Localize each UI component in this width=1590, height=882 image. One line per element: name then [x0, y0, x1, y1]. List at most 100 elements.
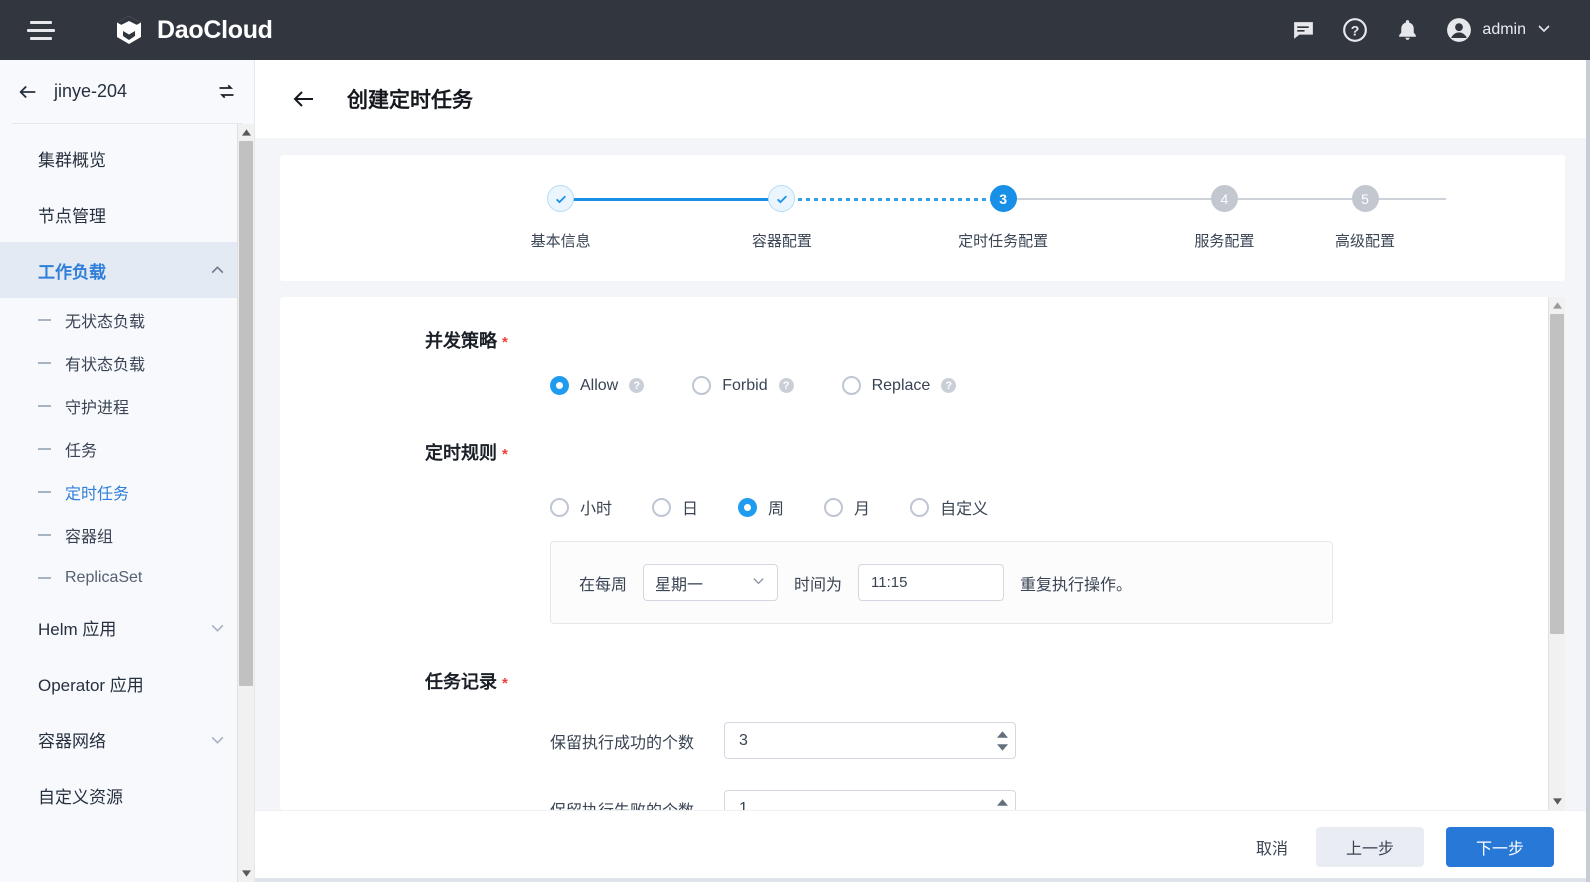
sidebar-item-pods[interactable]: 容器组 — [0, 513, 254, 556]
dash-icon — [38, 362, 51, 364]
sidebar-item-helm-apps[interactable]: Helm 应用 — [0, 599, 254, 655]
help-icon[interactable]: ? — [779, 378, 794, 393]
time-input[interactable]: 11:15 — [858, 564, 1004, 601]
radio-label: 周 — [768, 495, 784, 519]
scroll-up-arrow-icon[interactable] — [238, 124, 254, 141]
step-service-config[interactable]: 4 服务配置 — [1114, 185, 1335, 251]
radio-indicator[interactable] — [652, 498, 671, 517]
app-root: DaoCloud ? — [0, 0, 1590, 882]
radio-indicator[interactable] — [842, 376, 861, 395]
radio-indicator[interactable] — [738, 498, 757, 517]
radio-option-custom[interactable]: 自定义 — [910, 495, 988, 519]
scroll-up-arrow-icon[interactable] — [1549, 297, 1565, 314]
step-container-config[interactable]: 容器配置 — [671, 185, 892, 251]
topbar-actions: ? admin — [1290, 17, 1572, 43]
sidebar-item-daemonsets[interactable]: 守护进程 — [0, 384, 254, 427]
cancel-button[interactable]: 取消 — [1250, 827, 1294, 867]
help-icon[interactable]: ? — [1342, 17, 1368, 43]
schedule-rule-title: 定时规则* — [280, 439, 508, 465]
sidebar-item-container-network[interactable]: 容器网络 — [0, 711, 254, 767]
sidebar-item-cluster-overview[interactable]: 集群概览 — [0, 130, 254, 186]
avatar — [1446, 17, 1472, 43]
scrollbar-track[interactable] — [238, 141, 254, 865]
bell-icon[interactable] — [1394, 17, 1420, 43]
radio-label: 日 — [682, 495, 698, 519]
chevron-down-icon[interactable] — [751, 573, 766, 593]
failed-history-stepper[interactable]: 1 — [724, 790, 1016, 810]
help-icon[interactable]: ? — [941, 378, 956, 393]
previous-step-button[interactable]: 上一步 — [1316, 827, 1424, 867]
stepper-up-arrow-icon[interactable] — [995, 798, 1009, 807]
step-connector — [782, 198, 1003, 201]
step-label: 高级配置 — [1335, 230, 1395, 251]
rule-suffix-label: 重复执行操作。 — [1020, 571, 1132, 595]
step-label: 基本信息 — [531, 230, 591, 251]
sidebar-item-operator-apps[interactable]: Operator 应用 — [0, 655, 254, 711]
step-connector — [561, 198, 782, 201]
chevron-down-icon[interactable] — [209, 619, 226, 636]
radio-option-forbid[interactable]: Forbid ? — [692, 376, 793, 395]
stepper-up-arrow-icon[interactable] — [995, 730, 1009, 739]
next-step-button[interactable]: 下一步 — [1446, 827, 1554, 867]
scrollbar-thumb[interactable] — [1550, 314, 1564, 634]
job-history-title: 任务记录* — [280, 668, 508, 694]
scroll-down-arrow-icon[interactable] — [1549, 793, 1565, 810]
radio-indicator[interactable] — [692, 376, 711, 395]
scroll-down-arrow-icon[interactable] — [238, 865, 254, 882]
sidebar-item-workloads[interactable]: 工作负载 — [0, 242, 254, 298]
form-scrollbar[interactable] — [1548, 297, 1565, 810]
chevron-down-icon[interactable] — [1536, 20, 1552, 41]
weekday-select[interactable]: 星期一 — [643, 564, 778, 601]
stepper-card: 基本信息 容器配置 — [280, 155, 1565, 281]
step-advanced-config[interactable]: 5 高级配置 — [1335, 185, 1395, 251]
step-label: 定时任务配置 — [958, 230, 1048, 251]
arrow-left-icon[interactable] — [291, 86, 317, 112]
message-icon[interactable] — [1290, 17, 1316, 43]
sidebar: jinye-204 集群概览 节点管理 工作负载 — [0, 60, 255, 882]
radio-indicator[interactable] — [910, 498, 929, 517]
window-right-edge — [1586, 60, 1590, 882]
radio-indicator[interactable] — [550, 376, 569, 395]
step-basic-info[interactable]: 基本信息 — [450, 185, 671, 251]
user-menu[interactable]: admin — [1446, 17, 1552, 43]
svg-text:?: ? — [1351, 22, 1360, 38]
radio-option-replace[interactable]: Replace ? — [842, 376, 957, 395]
swap-icon[interactable] — [214, 80, 238, 104]
radio-option-monthly[interactable]: 月 — [824, 495, 870, 519]
step-cronjob-config[interactable]: 3 定时任务配置 — [893, 185, 1114, 251]
step-circle: 4 — [1211, 185, 1238, 212]
sidebar-item-jobs[interactable]: 任务 — [0, 427, 254, 470]
step-circle: 3 — [990, 185, 1017, 212]
hamburger-icon[interactable] — [24, 13, 58, 47]
sidebar-item-deployments[interactable]: 无状态负载 — [0, 298, 254, 341]
sidebar-item-custom-resources[interactable]: 自定义资源 — [0, 767, 254, 823]
sidebar-item-label: 工作负载 — [38, 258, 106, 283]
radio-option-hourly[interactable]: 小时 — [550, 495, 612, 519]
help-icon[interactable]: ? — [629, 378, 644, 393]
radio-label: Forbid — [722, 377, 767, 395]
sidebar-scrollbar[interactable] — [237, 124, 254, 882]
sidebar-item-cronjobs[interactable]: 定时任务 — [0, 470, 254, 513]
chevron-up-icon[interactable] — [209, 262, 226, 279]
sidebar-item-statefulsets[interactable]: 有状态负载 — [0, 341, 254, 384]
chevron-down-icon[interactable] — [209, 731, 226, 748]
user-name: admin — [1482, 21, 1526, 39]
sidebar-nav: 集群概览 节点管理 工作负载 无状态负载 有状态负载 — [0, 124, 254, 882]
scrollbar-track[interactable] — [1549, 314, 1565, 793]
radio-option-allow[interactable]: Allow ? — [550, 376, 644, 395]
rule-mid-label: 时间为 — [794, 571, 842, 595]
sidebar-item-replicaset[interactable]: ReplicaSet — [0, 556, 254, 599]
step-connector — [1224, 198, 1445, 200]
stepper-down-arrow-icon[interactable] — [995, 743, 1009, 752]
radio-option-daily[interactable]: 日 — [652, 495, 698, 519]
radio-indicator[interactable] — [550, 498, 569, 517]
section-label: 并发策略 — [425, 331, 497, 351]
arrow-left-icon[interactable] — [16, 80, 40, 104]
radio-option-weekly[interactable]: 周 — [738, 495, 784, 519]
scrollbar-thumb[interactable] — [239, 141, 253, 686]
brand[interactable]: DaoCloud — [112, 13, 273, 47]
successful-history-stepper[interactable]: 3 — [724, 722, 1016, 759]
sidebar-item-node-management[interactable]: 节点管理 — [0, 186, 254, 242]
radio-indicator[interactable] — [824, 498, 843, 517]
weekly-rule-box: 在每周 星期一 时间为 11:15 重复执行操作。 — [550, 541, 1333, 624]
